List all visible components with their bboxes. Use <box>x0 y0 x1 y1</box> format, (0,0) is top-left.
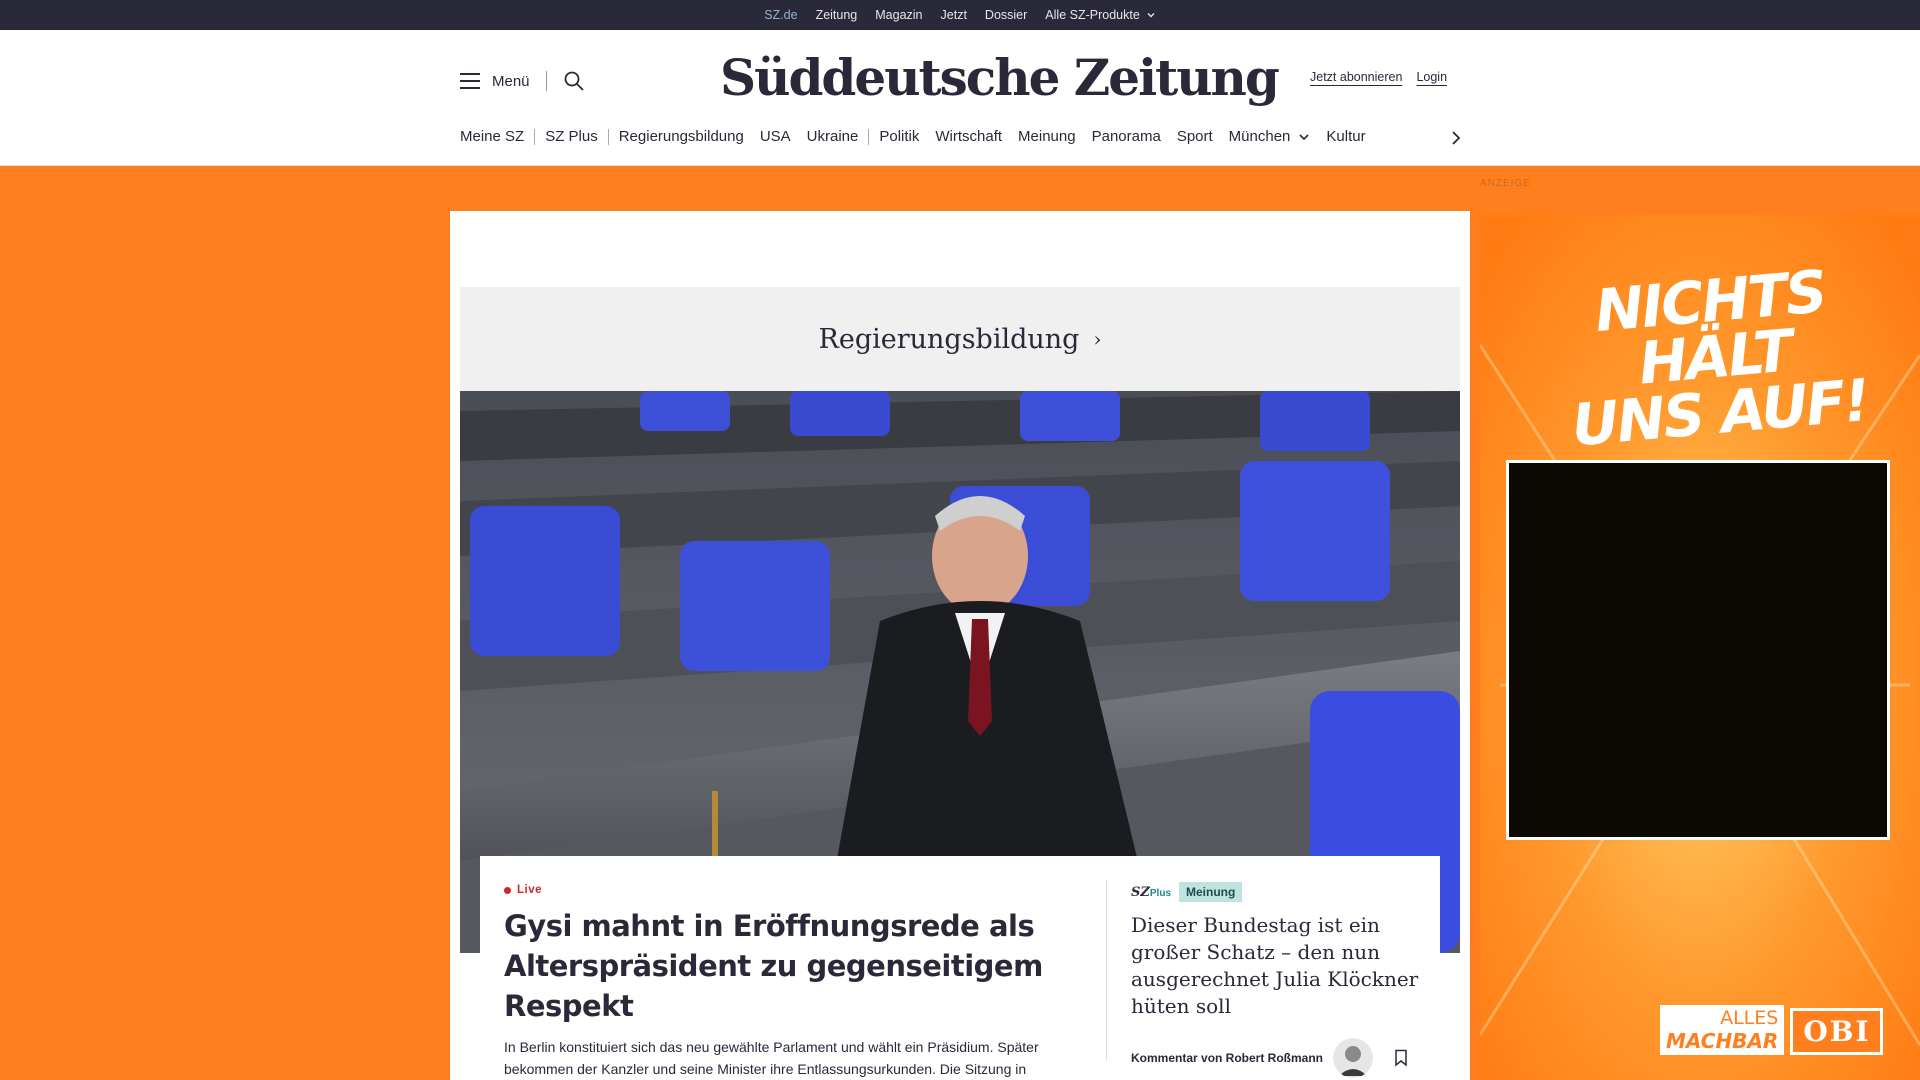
nav-item-meinung[interactable]: Meinung <box>1010 128 1084 145</box>
nav-item-panorama[interactable]: Panorama <box>1084 128 1169 145</box>
lead-story: Live Gysi mahnt in Eröffnungsrede als Al… <box>504 884 1064 1080</box>
lead-story-teaser[interactable]: Live Gysi mahnt in Eröffnungsrede als Al… <box>480 856 1440 1080</box>
menu-divider <box>545 71 547 91</box>
site-logo[interactable]: Süddeutsche Zeitung <box>720 48 1280 107</box>
chevron-right-icon: › <box>1093 327 1102 351</box>
sz-plus-brand: SZ <box>1131 884 1150 900</box>
topbar-link-magazin[interactable]: Magazin <box>866 8 931 22</box>
ad-video-player[interactable] <box>1506 460 1890 840</box>
topbar-link-zeitung[interactable]: Zeitung <box>807 8 867 22</box>
section-title: Regierungsbildung › <box>819 324 1102 355</box>
ad-slogan: ALLES MACHBAR <box>1660 1005 1785 1055</box>
nav-scroll-right-icon[interactable] <box>1448 130 1464 146</box>
live-label: Live <box>517 884 543 896</box>
nav-item-wirtschaft[interactable]: Wirtschaft <box>927 128 1010 145</box>
topbar-link-jetzt[interactable]: Jetzt <box>932 8 976 22</box>
nav-item-sport[interactable]: Sport <box>1169 128 1221 145</box>
nav-muenchen-label: München <box>1228 128 1291 145</box>
topbar-link-all-products[interactable]: Alle SZ-Produkte <box>1036 8 1164 22</box>
nav-item-politik[interactable]: Politik <box>871 128 927 145</box>
nav-divider <box>607 128 609 145</box>
hamburger-icon <box>460 73 480 89</box>
sz-plus-suffix: Plus <box>1149 887 1172 899</box>
main-content: Regierungsbildung › Live Gysi mahnt in E… <box>450 211 1470 1080</box>
opinion-byline-row: Kommentar von Robert Roßmann <box>1131 1038 1421 1078</box>
ad-slogan-alles: ALLES <box>1720 1007 1779 1029</box>
top-product-bar: SZ.de Zeitung Magazin Jetzt Dossier Alle… <box>0 0 1920 33</box>
search-icon[interactable] <box>563 70 585 92</box>
topbar-all-products-label: Alle SZ-Produkte <box>1045 8 1140 22</box>
subscribe-link[interactable]: Jetzt abonnieren <box>1310 70 1402 84</box>
account-links: Jetzt abonnieren Login <box>1310 70 1447 84</box>
nav-divider <box>868 128 870 145</box>
live-indicator: Live <box>504 884 1064 896</box>
opinion-teaser[interactable]: SZPlus Meinung Dieser Bundestag ist ein … <box>1131 882 1421 1078</box>
bookmark-icon[interactable] <box>1393 1049 1409 1067</box>
site-header: Menü Süddeutsche Zeitung Jetzt abonniere… <box>0 30 1920 166</box>
sz-plus-logo: SZPlus <box>1131 885 1171 900</box>
advertisement-banner[interactable]: NICHTS HÄLT UNS AUF! ALLES MACHBAR OBI <box>1480 215 1920 1080</box>
teaser-divider <box>1106 880 1107 1060</box>
nav-item-muenchen[interactable]: München <box>1221 128 1319 145</box>
login-link[interactable]: Login <box>1416 70 1447 84</box>
header-menu-area: Menü <box>460 70 585 92</box>
opinion-headline[interactable]: Dieser Bundestag ist ein großer Schatz –… <box>1131 912 1421 1020</box>
nav-item-kultur[interactable]: Kultur <box>1318 128 1373 145</box>
lead-text: In Berlin konstituiert sich das neu gewä… <box>504 1039 1039 1077</box>
obi-logo: OBI <box>1790 1008 1884 1055</box>
topbar-link-szde[interactable]: SZ.de <box>755 8 806 33</box>
ad-label: ANZEIGE <box>1480 178 1531 189</box>
lead-headline[interactable]: Gysi mahnt in Eröffnungsrede als Altersp… <box>504 906 1064 1026</box>
ad-headline: NICHTS HÄLT UNS AUF! <box>1543 257 1886 459</box>
nav-item-regierungsbildung[interactable]: Regierungsbildung <box>611 128 752 145</box>
nav-item-meine-sz[interactable]: Meine SZ <box>460 128 532 145</box>
topbar-link-dossier[interactable]: Dossier <box>976 8 1036 22</box>
opinion-badge: Meinung <box>1179 882 1243 902</box>
chevron-down-icon <box>1299 133 1309 140</box>
opinion-byline: Kommentar von Robert Roßmann <box>1131 1051 1324 1065</box>
section-title-text: Regierungsbildung <box>818 323 1080 355</box>
nav-item-usa[interactable]: USA <box>752 128 799 145</box>
author-avatar <box>1333 1038 1374 1078</box>
opinion-tags: SZPlus Meinung <box>1131 882 1421 902</box>
ad-slogan-machbar: MACHBAR <box>1666 1029 1779 1053</box>
main-navigation: Meine SZ SZ Plus Regierungsbildung USA U… <box>460 128 1374 145</box>
nav-item-sz-plus[interactable]: SZ Plus <box>537 128 606 145</box>
nav-divider <box>534 128 536 145</box>
menu-label: Menü <box>492 72 530 90</box>
chevron-down-icon <box>1147 13 1155 18</box>
menu-button[interactable]: Menü <box>460 73 530 90</box>
live-dot-icon <box>504 886 511 894</box>
nav-item-ukraine[interactable]: Ukraine <box>799 128 867 145</box>
ad-brand-logo: ALLES MACHBAR OBI <box>1660 1005 1884 1055</box>
section-header[interactable]: Regierungsbildung › <box>460 287 1460 391</box>
